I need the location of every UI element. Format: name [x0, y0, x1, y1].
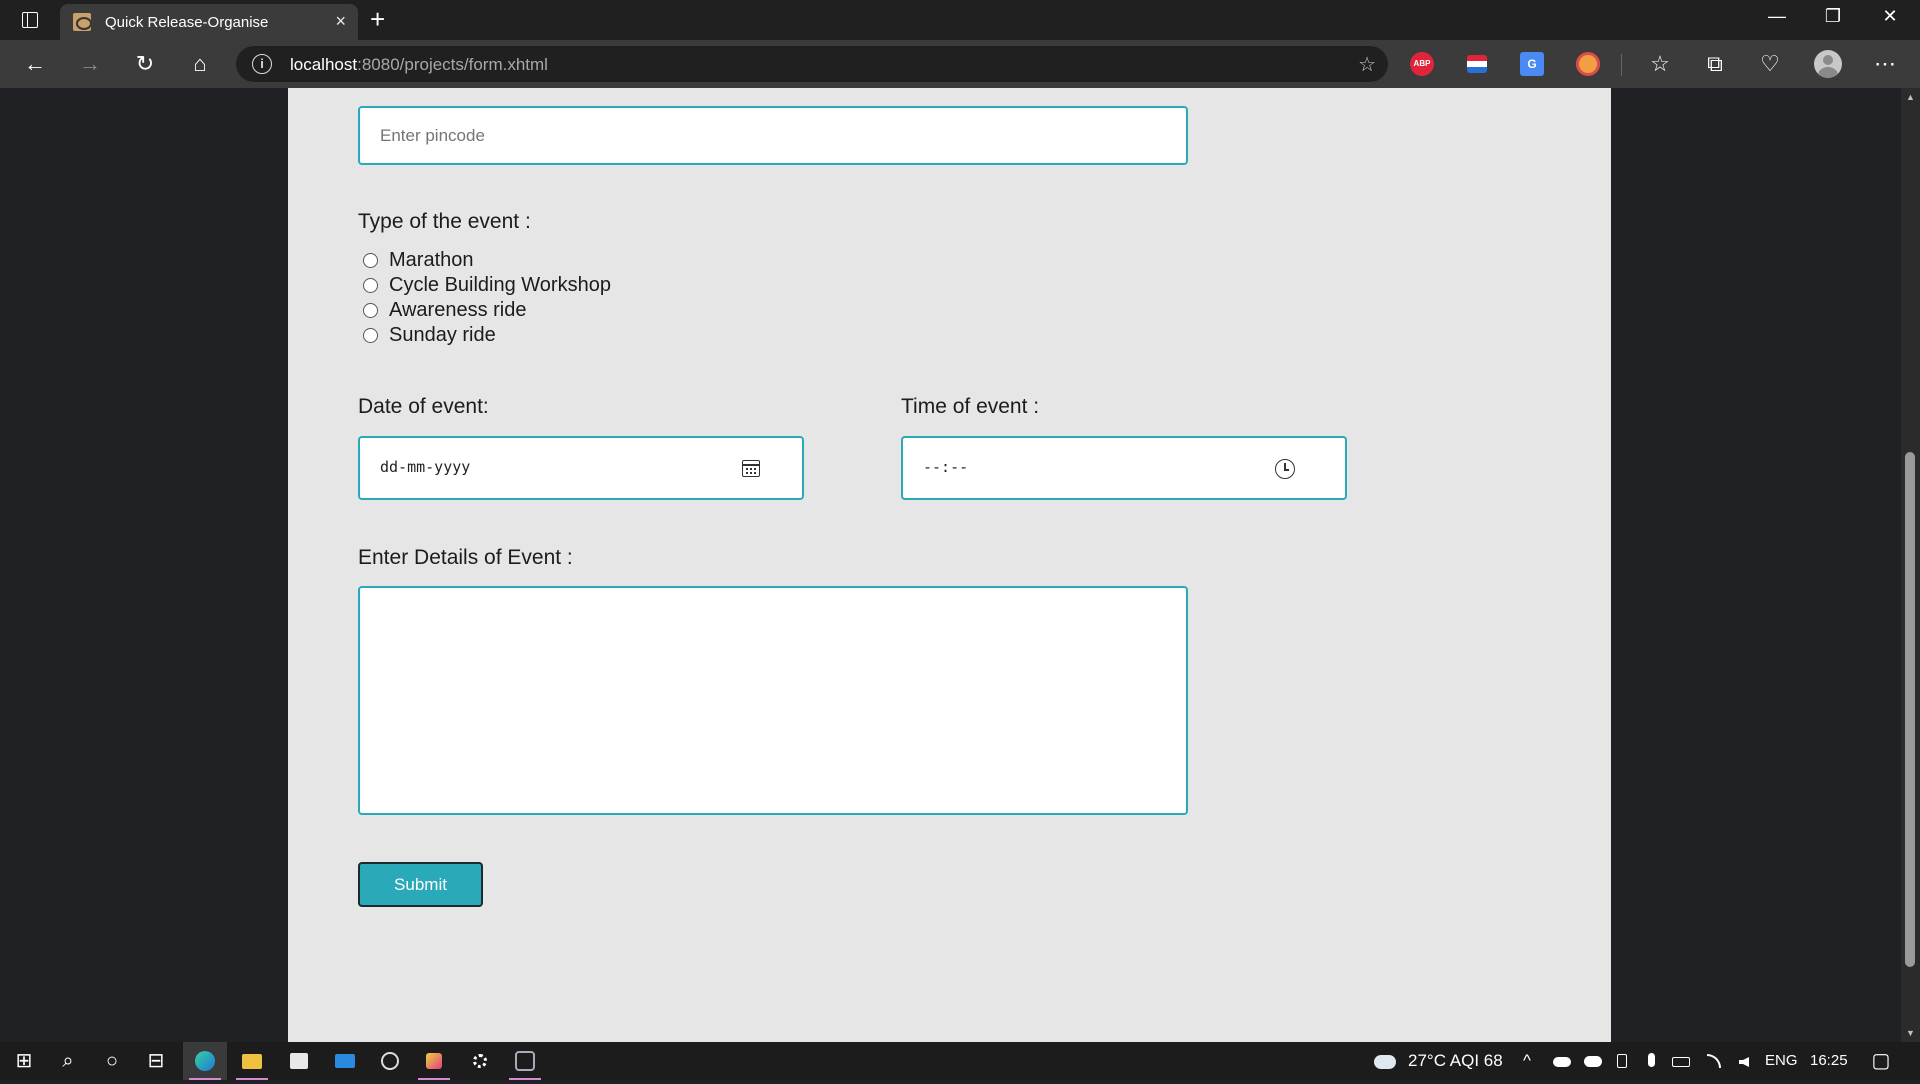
- taskbar-store-icon[interactable]: [277, 1042, 321, 1080]
- translate-extension-icon[interactable]: G: [1520, 52, 1544, 76]
- notifications-icon[interactable]: ▢: [1866, 1042, 1896, 1080]
- clock-icon[interactable]: [1275, 459, 1295, 479]
- adblock-extension-icon[interactable]: ABP: [1410, 52, 1434, 76]
- scroll-up-icon[interactable]: ▲: [1901, 92, 1920, 102]
- time-input[interactable]: --:--: [901, 436, 1347, 500]
- taskbar-settings-icon[interactable]: [458, 1042, 502, 1080]
- submit-button[interactable]: Submit: [358, 862, 483, 907]
- form-page: Enter pincode Type of the event : Marath…: [288, 88, 1611, 1042]
- tab-active[interactable]: Quick Release-Organise ×: [60, 4, 358, 40]
- wifi-icon[interactable]: [1703, 1042, 1725, 1080]
- extension-icon[interactable]: [1576, 52, 1600, 76]
- address-url[interactable]: localhost:8080/projects/form.xhtml: [290, 55, 548, 75]
- favorites-icon[interactable]: ☆: [1640, 40, 1680, 88]
- details-textarea[interactable]: [358, 586, 1188, 815]
- radio-label: Marathon: [389, 249, 474, 271]
- add-favorite-icon[interactable]: ☆: [1358, 52, 1376, 77]
- time-label: Time of event :: [901, 395, 1040, 418]
- meet-now-icon[interactable]: [1613, 1042, 1631, 1080]
- address-bar[interactable]: i localhost:8080/projects/form.xhtml ☆: [236, 46, 1388, 82]
- date-label: Date of event:: [358, 395, 489, 418]
- taskbar-app-icon[interactable]: [412, 1042, 456, 1080]
- radio-awareness-ride[interactable]: [363, 303, 378, 318]
- scroll-down-icon[interactable]: ▼: [1901, 1028, 1920, 1038]
- taskbar-app-icon[interactable]: [503, 1042, 547, 1080]
- details-label: Enter Details of Event :: [358, 546, 573, 569]
- tab-close-icon[interactable]: ×: [335, 12, 346, 30]
- page-scrollbar[interactable]: ▲ ▼: [1901, 88, 1920, 1042]
- battery-icon[interactable]: [1670, 1042, 1692, 1080]
- profile-avatar[interactable]: [1814, 50, 1842, 78]
- back-button[interactable]: ←: [15, 40, 55, 88]
- collections-icon[interactable]: ⧉: [1695, 40, 1735, 88]
- radio-label: Sunday ride: [389, 324, 496, 346]
- page-viewport: Enter pincode Type of the event : Marath…: [0, 88, 1901, 1042]
- time-placeholder: --:--: [923, 458, 969, 476]
- microphone-icon[interactable]: [1642, 1042, 1660, 1080]
- radio-marathon[interactable]: [363, 253, 378, 268]
- home-button[interactable]: ⌂: [180, 40, 220, 88]
- browser-toolbar: ← → ↻ ⌂ i localhost:8080/projects/form.x…: [0, 40, 1920, 88]
- browser-essentials-icon[interactable]: ♡: [1750, 40, 1790, 88]
- taskbar-dell-icon[interactable]: [368, 1042, 412, 1080]
- new-tab-button[interactable]: +: [370, 5, 385, 33]
- reload-button[interactable]: ↻: [125, 40, 165, 88]
- date-placeholder: dd-mm-yyyy: [380, 458, 471, 476]
- onedrive-icon[interactable]: [1551, 1042, 1573, 1080]
- upload-icon[interactable]: [1582, 1042, 1604, 1080]
- tab-title: Quick Release-Organise: [105, 14, 269, 31]
- address-host: localhost: [290, 55, 358, 74]
- taskbar-explorer-icon[interactable]: [230, 1042, 274, 1080]
- forward-button[interactable]: →: [70, 40, 110, 88]
- close-window-button[interactable]: ✕: [1875, 6, 1905, 27]
- site-info-icon[interactable]: i: [252, 54, 272, 74]
- minimize-button[interactable]: —: [1762, 6, 1792, 27]
- radio-label: Cycle Building Workshop: [389, 274, 611, 296]
- tab-bar: Quick Release-Organise × + — ❐ ✕: [0, 0, 1920, 40]
- tab-actions-icon[interactable]: [22, 12, 38, 28]
- radio-sunday-ride[interactable]: [363, 328, 378, 343]
- restore-button[interactable]: ❐: [1818, 6, 1848, 27]
- site-favicon-icon: [73, 13, 91, 31]
- more-options-icon[interactable]: ⋯: [1865, 40, 1905, 88]
- radio-label: Awareness ride: [389, 299, 527, 321]
- language-indicator[interactable]: ENG: [1765, 1042, 1798, 1080]
- search-icon[interactable]: ⌕: [50, 1042, 86, 1080]
- pincode-input[interactable]: Enter pincode: [358, 106, 1188, 165]
- taskbar-mail-icon[interactable]: [323, 1042, 367, 1080]
- start-icon[interactable]: ⊞: [6, 1042, 42, 1080]
- tray-chevron-icon[interactable]: ^: [1523, 1042, 1531, 1080]
- windows-taskbar: ⊞ ⌕ ○ ⊟ 27°C AQI 68 ^ ENG 16:25 ▢: [0, 1042, 1920, 1080]
- address-path: :8080/projects/form.xhtml: [357, 55, 548, 74]
- weather-text[interactable]: 27°C AQI 68: [1408, 1042, 1503, 1080]
- cortana-icon[interactable]: ○: [94, 1042, 130, 1080]
- event-type-label: Type of the event :: [358, 210, 531, 233]
- clock-time[interactable]: 16:25: [1810, 1042, 1848, 1080]
- taskbar-edge-icon[interactable]: [183, 1042, 227, 1080]
- scrollbar-thumb[interactable]: [1905, 452, 1915, 967]
- volume-icon[interactable]: [1731, 1042, 1757, 1080]
- weather-icon[interactable]: [1370, 1042, 1400, 1080]
- radio-cycle-workshop[interactable]: [363, 278, 378, 293]
- task-view-icon[interactable]: ⊟: [138, 1042, 174, 1080]
- calendar-icon[interactable]: [742, 460, 760, 477]
- toolbar-divider: [1621, 54, 1622, 76]
- flag-extension-icon[interactable]: [1467, 55, 1487, 73]
- date-input[interactable]: dd-mm-yyyy: [358, 436, 804, 500]
